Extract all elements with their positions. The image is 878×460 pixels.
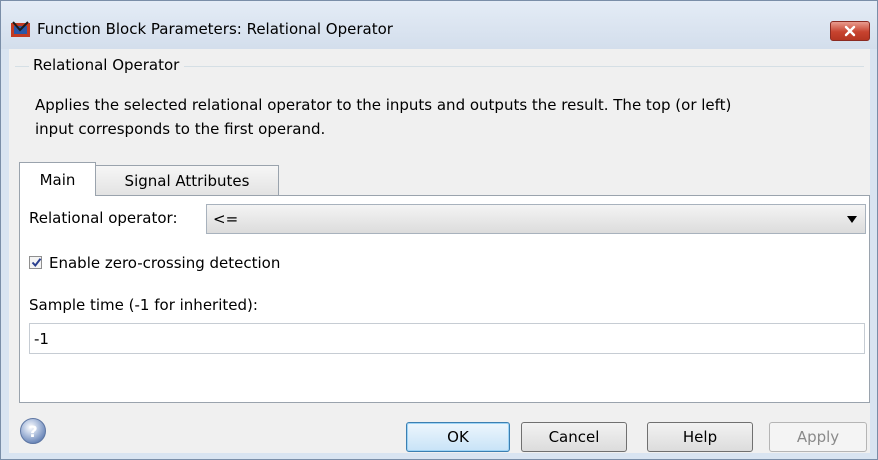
zero-crossing-label[interactable]: Enable zero-crossing detection: [49, 254, 280, 272]
relational-operator-label: Relational operator:: [29, 209, 178, 227]
relational-operator-select[interactable]: <=: [206, 204, 866, 234]
tab-main[interactable]: Main: [19, 162, 96, 196]
chevron-down-icon: [847, 216, 857, 223]
description-line-1: Applies the selected relational operator…: [35, 96, 732, 114]
dialog-content: Relational Operator Applies the selected…: [9, 49, 870, 453]
tab-signal-attributes[interactable]: Signal Attributes: [96, 165, 279, 195]
question-mark-icon[interactable]: ?: [20, 418, 46, 444]
tab-strip: Main Signal Attributes: [19, 162, 870, 196]
sample-time-input[interactable]: [29, 323, 865, 354]
zero-crossing-checkbox[interactable]: [29, 256, 42, 269]
cancel-button[interactable]: Cancel: [521, 422, 627, 452]
sample-time-label: Sample time (-1 for inherited):: [29, 296, 258, 314]
main-tab-panel: Relational operator: <= Enable zero-cros…: [19, 195, 870, 403]
ok-button[interactable]: OK: [406, 422, 510, 452]
close-button[interactable]: [830, 21, 870, 41]
close-icon: [844, 25, 856, 37]
apply-button[interactable]: Apply: [769, 422, 867, 452]
block-description: Applies the selected relational operator…: [35, 93, 835, 141]
group-label: Relational Operator: [29, 56, 185, 74]
title-bar[interactable]: Function Block Parameters: Relational Op…: [1, 1, 877, 49]
relational-operator-value: <=: [213, 210, 239, 228]
checkmark-icon: [31, 258, 42, 268]
dialog-window: Function Block Parameters: Relational Op…: [0, 0, 878, 460]
help-button[interactable]: Help: [647, 422, 753, 452]
window-title: Function Block Parameters: Relational Op…: [37, 20, 393, 38]
simulink-block-icon: [11, 21, 31, 38]
description-line-2: input corresponds to the first operand.: [35, 120, 326, 138]
